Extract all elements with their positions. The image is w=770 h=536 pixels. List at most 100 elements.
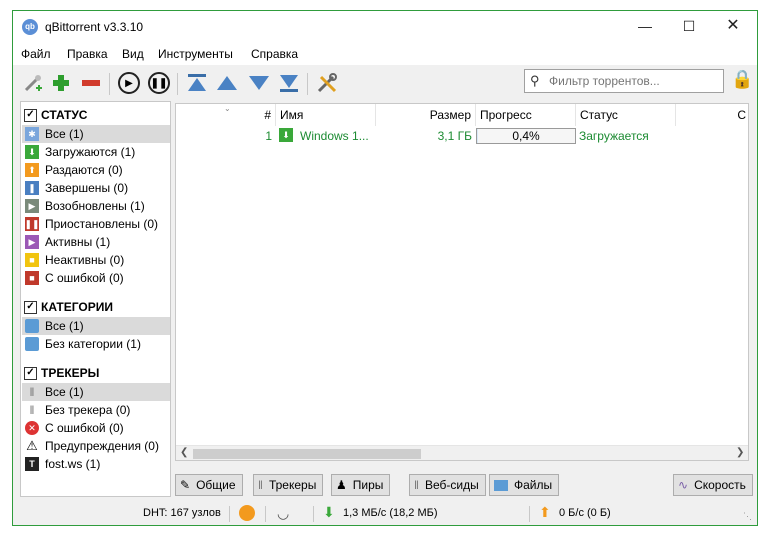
tab-peers[interactable]: ♟ Пиры — [331, 474, 391, 496]
tab-files[interactable]: Файлы — [489, 474, 560, 496]
tools-icon — [317, 73, 337, 93]
torrent-list: ⌄ # Имя Размер Прогресс Статус С 1 ⬇ Win… — [175, 103, 749, 461]
tracker-item-warning[interactable]: ⚠ Предупреждения (0) — [22, 437, 170, 455]
trackers-section-checkbox[interactable]: ✓ — [24, 366, 37, 380]
app-window: qb qBittorrent v3.3.10 — ☐ ✕ Файл Правка… — [12, 10, 758, 526]
status-item-errored[interactable]: ■ С ошибкой (0) — [22, 269, 170, 287]
status-section-checkbox[interactable]: ✓ — [24, 108, 37, 122]
status-item-resumed[interactable]: ▶ Возобновлены (1) — [22, 197, 170, 215]
maximize-button[interactable]: ☐ — [667, 11, 711, 43]
download-speed-icon: ⬇ — [323, 504, 335, 520]
categories-section-header[interactable]: ✓ КАТЕГОРИИ — [24, 298, 113, 316]
resize-grip-icon[interactable]: ⋱ — [743, 511, 752, 522]
options-button[interactable] — [313, 69, 341, 97]
folder-icon — [25, 319, 39, 333]
folder-icon — [494, 479, 508, 491]
lock-icon[interactable]: 🔒 — [731, 69, 753, 90]
paused-icon: ❚❚ — [24, 217, 40, 231]
pause-button[interactable]: ❚❚ — [145, 69, 173, 97]
dht-nodes: DHT: 167 узлов — [143, 507, 221, 519]
categories-section-checkbox[interactable]: ✓ — [24, 300, 37, 314]
menu-tools[interactable]: Инструменты — [158, 47, 233, 61]
column-header-status[interactable]: Статус — [576, 104, 676, 126]
status-section-header[interactable]: ✓ СТАТУС — [24, 106, 87, 124]
progress-bar: 0,4% — [476, 128, 576, 144]
tracker-item-error[interactable]: ✕ С ошибкой (0) — [22, 419, 170, 437]
move-bottom-button[interactable] — [275, 69, 303, 97]
seeding-icon: ⬆ — [25, 163, 39, 177]
error-icon: ■ — [25, 271, 39, 285]
status-item-inactive[interactable]: ■ Неактивны (0) — [22, 251, 170, 269]
table-row[interactable]: 1 ⬇ Windows 1... 3,1 ГБ 0,4% Загружается — [176, 127, 748, 145]
column-header-progress[interactable]: Прогресс — [476, 104, 576, 126]
tab-web-seeds[interactable]: ‖ Веб-сиды — [409, 474, 486, 496]
status-item-seeding[interactable]: ⬆ Раздаются (0) — [22, 161, 170, 179]
plus-icon — [53, 75, 69, 91]
tracker-icon: ‖ — [258, 478, 263, 492]
torrent-filter[interactable]: ⚲ — [524, 69, 724, 93]
category-item-uncategorized[interactable]: Без категории (1) — [22, 335, 170, 353]
connection-status-icon[interactable] — [239, 505, 255, 521]
arrow-up-icon — [217, 76, 237, 90]
column-header-size[interactable]: Размер — [376, 104, 476, 126]
add-torrent-button[interactable] — [47, 69, 75, 97]
minimize-button[interactable]: — — [623, 11, 667, 43]
move-bottom-icon — [280, 75, 298, 92]
general-icon: ✎ — [180, 478, 191, 492]
tab-trackers[interactable]: ‖ Трекеры — [253, 474, 324, 496]
tab-speed[interactable]: ∿ Скорость — [673, 474, 753, 496]
completed-icon: ❚ — [25, 181, 39, 195]
play-icon: ▶ — [118, 72, 140, 94]
download-speed[interactable]: 1,3 МБ/с (18,2 МБ) — [343, 507, 438, 519]
status-item-all[interactable]: ✱ Все (1) — [22, 125, 170, 143]
status-item-downloading[interactable]: ⬇ Загружаются (1) — [22, 143, 170, 161]
torrent-status: Загружается — [579, 129, 649, 143]
menu-view[interactable]: Вид — [122, 47, 144, 61]
speed-limit-icon[interactable]: ◡ — [277, 505, 289, 522]
downloading-icon: ⬇ — [25, 145, 39, 159]
error-circle-icon: ✕ — [25, 421, 39, 435]
tracker-item-fost-ws[interactable]: T fost.ws (1) — [22, 455, 170, 473]
move-up-button[interactable] — [213, 69, 241, 97]
column-header-name[interactable]: Имя — [276, 104, 376, 126]
search-input[interactable] — [547, 73, 717, 89]
upload-speed[interactable]: 0 Б/с (0 Б) — [559, 507, 611, 519]
resume-button[interactable]: ▶ — [115, 69, 143, 97]
active-icon: ▶ — [25, 235, 39, 249]
scroll-right-icon[interactable]: ❯ — [736, 447, 744, 458]
filter-sidebar: ✓ СТАТУС ✱ Все (1) ⬇ Загружаются (1) ⬆ Р… — [20, 101, 171, 497]
scroll-left-icon[interactable]: ❮ — [180, 447, 188, 458]
arrow-down-icon — [249, 76, 269, 90]
status-item-paused[interactable]: ❚❚ Приостановлены (0) — [22, 215, 170, 233]
title-bar: qb qBittorrent v3.3.10 — ☐ ✕ — [13, 11, 757, 43]
add-link-button[interactable] — [19, 69, 47, 97]
column-header-number[interactable]: # — [176, 104, 276, 126]
status-bar: DHT: 167 узлов ◡ ⬇ 1,3 МБ/с (18,2 МБ) ⬆ … — [13, 503, 757, 525]
row-number: 1 — [265, 129, 272, 143]
move-top-button[interactable] — [183, 69, 211, 97]
category-item-all[interactable]: Все (1) — [22, 317, 170, 335]
menu-bar: Файл Правка Вид Инструменты Справка — [13, 43, 757, 65]
qbittorrent-logo-icon: qb — [22, 19, 38, 35]
tracker-item-all[interactable]: ‖ Все (1) — [22, 383, 170, 401]
menu-edit[interactable]: Правка — [67, 47, 108, 61]
column-header-seeds[interactable]: С — [676, 104, 748, 126]
delete-torrent-button[interactable] — [77, 69, 105, 97]
move-top-icon — [188, 74, 206, 91]
tab-general[interactable]: ✎ Общие — [175, 474, 243, 496]
scrollbar-thumb[interactable] — [193, 449, 421, 459]
menu-file[interactable]: Файл — [21, 47, 51, 61]
inactive-icon: ■ — [25, 253, 39, 267]
horizontal-scrollbar[interactable]: ❮ ❯ — [176, 445, 748, 460]
close-button[interactable]: ✕ — [711, 11, 755, 43]
add-link-icon — [24, 75, 42, 92]
move-down-button[interactable] — [245, 69, 273, 97]
progress-fill — [477, 129, 478, 143]
tracker-item-trackerless[interactable]: ‖ Без трекера (0) — [22, 401, 170, 419]
minus-icon — [82, 80, 100, 86]
status-item-completed[interactable]: ❚ Завершены (0) — [22, 179, 170, 197]
menu-help[interactable]: Справка — [251, 47, 298, 61]
folder-icon — [25, 337, 39, 351]
trackers-section-header[interactable]: ✓ ТРЕКЕРЫ — [24, 364, 99, 382]
status-item-active[interactable]: ▶ Активны (1) — [22, 233, 170, 251]
